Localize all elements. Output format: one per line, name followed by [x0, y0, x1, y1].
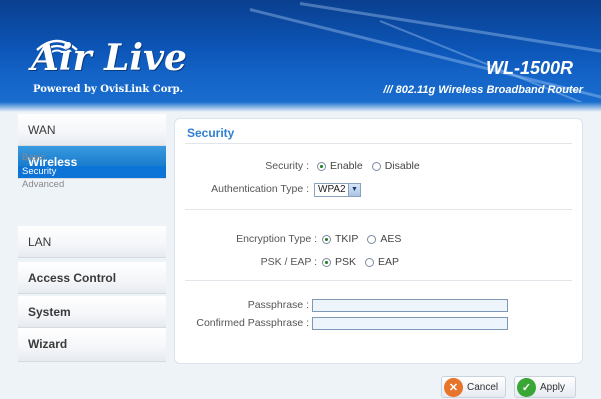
apply-button[interactable]: ✓ Apply — [514, 376, 576, 398]
confirm-passphrase-label: Confirmed Passphrase : — [196, 317, 309, 329]
security-disable-radio[interactable] — [371, 161, 381, 171]
sidebar-nav: WAN Wireless Basic Security Advanced LAN… — [18, 114, 166, 364]
sidebar-subitem-advanced[interactable]: Advanced — [18, 179, 166, 191]
security-enable-radio[interactable] — [317, 161, 326, 171]
close-icon: ✕ — [444, 377, 463, 397]
eap-radio[interactable] — [365, 257, 375, 267]
model-description: /// 802.11g Wireless Broadband Router — [383, 84, 583, 96]
cancel-button[interactable]: ✕ Cancel — [441, 376, 506, 398]
security-disable-label: Disable — [384, 160, 420, 172]
section-divider — [185, 280, 572, 281]
sidebar-item-wan[interactable]: WAN — [18, 114, 166, 146]
chevron-down-icon[interactable]: ▼ — [348, 184, 360, 196]
sidebar-item-system[interactable]: System — [18, 296, 166, 328]
encryption-radio-group: TKIP AES — [322, 233, 410, 245]
section-divider — [185, 209, 572, 210]
encryption-aes-radio[interactable] — [367, 234, 377, 244]
auth-type-select[interactable]: WPA2 ▼ — [314, 183, 361, 197]
psk-option[interactable]: PSK — [322, 256, 356, 268]
brand-tagline: Powered by OvisLink Corp. — [33, 84, 184, 95]
psk-radio[interactable] — [322, 257, 331, 267]
sidebar-subitem-security[interactable]: Security — [18, 166, 166, 178]
security-disable-option[interactable]: Disable — [371, 160, 420, 172]
security-enable-option[interactable]: Enable — [317, 160, 363, 172]
cancel-button-label: Cancel — [467, 381, 499, 393]
encryption-aes-option[interactable]: AES — [367, 233, 401, 245]
psk-label: PSK — [335, 256, 357, 268]
title-divider — [185, 143, 572, 144]
confirm-passphrase-input[interactable] — [312, 317, 508, 330]
encryption-type-label: Encryption Type : — [236, 233, 317, 245]
security-enable-label: Enable — [330, 160, 363, 172]
encryption-tkip-radio[interactable] — [322, 234, 331, 244]
eap-option[interactable]: EAP — [365, 256, 399, 268]
psk-eap-radio-group: PSK EAP — [322, 256, 408, 268]
encryption-tkip-label: TKIP — [335, 233, 359, 245]
security-radio-group: Enable Disable — [317, 160, 429, 172]
passphrase-input[interactable] — [312, 299, 508, 312]
model-name: WL-1500R — [485, 58, 573, 78]
security-panel: Security Security : Enable Disable Authe… — [174, 118, 583, 364]
psk-eap-label: PSK / EAP : — [260, 256, 317, 268]
sidebar-item-access-control[interactable]: Access Control — [18, 262, 166, 294]
sidebar-subitem-basic[interactable]: Basic — [18, 152, 166, 164]
sidebar-item-lan[interactable]: LAN — [18, 226, 166, 258]
security-label: Security : — [265, 160, 309, 172]
sidebar-item-wizard[interactable]: Wizard — [18, 328, 166, 362]
auth-type-label: Authentication Type : — [211, 183, 309, 195]
eap-label: EAP — [378, 256, 400, 268]
encryption-tkip-option[interactable]: TKIP — [322, 233, 358, 245]
check-icon: ✓ — [517, 377, 536, 397]
page-title: Security — [187, 126, 235, 140]
passphrase-label: Passphrase : — [247, 299, 309, 311]
encryption-aes-label: AES — [380, 233, 402, 245]
header-banner: Air Live Powered by OvisLink Corp. WL-15… — [0, 0, 601, 112]
apply-button-label: Apply — [540, 381, 566, 393]
brand-logo: Air Live — [31, 37, 187, 79]
auth-type-value: WPA2 — [318, 184, 346, 195]
